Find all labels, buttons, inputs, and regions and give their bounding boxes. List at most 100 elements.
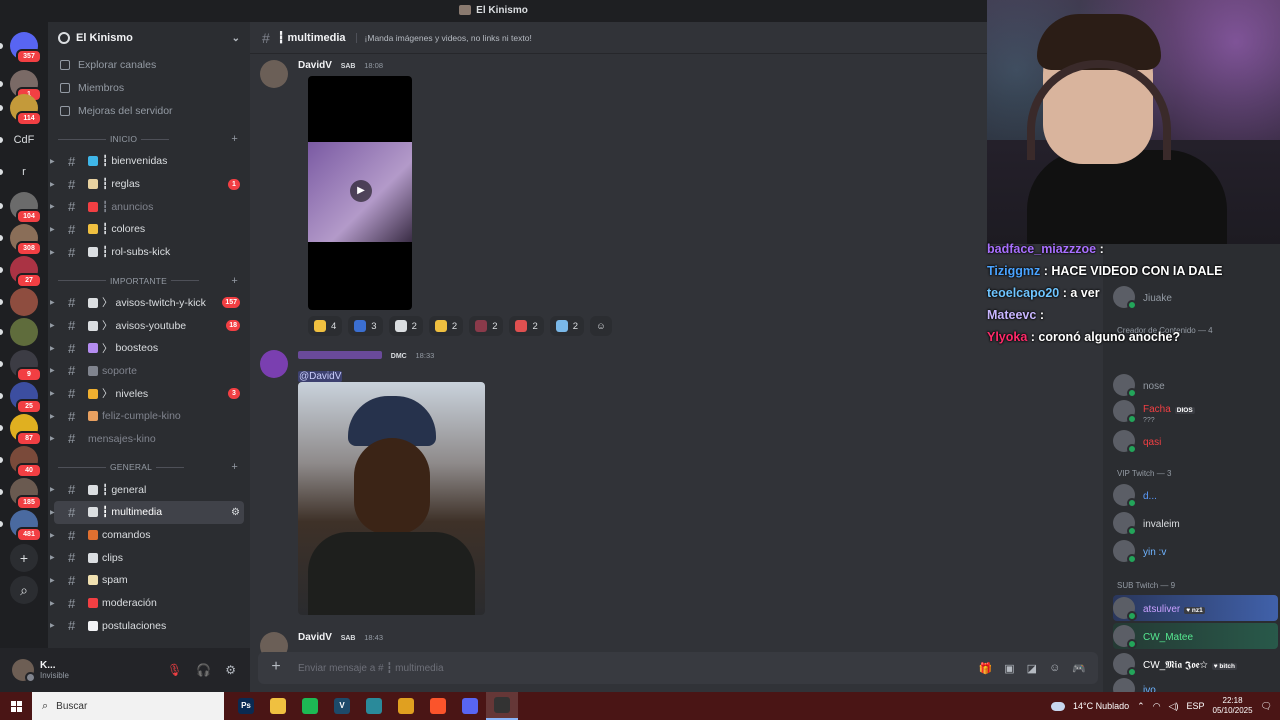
create-channel-icon[interactable]: + [231, 133, 238, 145]
category-inicio[interactable]: INICIO + [48, 128, 250, 150]
avatar[interactable] [12, 659, 36, 683]
windows-start-button[interactable] [0, 692, 32, 720]
member-item[interactable]: qasi [1113, 428, 1278, 454]
video-attachment[interactable]: ▶ [308, 76, 412, 310]
reaction-button[interactable]: 2 [469, 316, 504, 336]
server-icon-server-12[interactable]: 185 [10, 478, 42, 510]
emoji-icon[interactable]: ☺ [1049, 662, 1060, 675]
message-author[interactable] [298, 351, 382, 360]
server-icon-server-8[interactable]: 9 [10, 350, 42, 382]
channel-avisos-twitch-y-kick[interactable]: ▶ # 〉 avisos-twitch-y-kick 157 [50, 292, 244, 315]
server-icon-server-2[interactable]: 114 [10, 94, 42, 126]
channel-general[interactable]: ▶ # ┇ general [50, 478, 244, 501]
channel-anuncios[interactable]: ▶ # ┇ anuncios [50, 195, 244, 218]
member-item[interactable]: nose [1113, 372, 1278, 398]
gear-icon[interactable]: ⚙ [225, 663, 236, 677]
channel-avisos-youtube[interactable]: ▶ # 〉 avisos-youtube 18 [50, 314, 244, 337]
server-header[interactable]: El Kinismo ⌄ [48, 22, 250, 54]
server-icon-server-cdf[interactable]: CdF [10, 126, 38, 154]
reaction-button[interactable]: 3 [348, 316, 383, 336]
reaction-button[interactable]: 2 [549, 316, 585, 336]
channel-feliz-cumple-kino[interactable]: ▶ # feliz-cumple-kino [50, 405, 244, 428]
taskbar-app-brave[interactable] [422, 692, 454, 720]
create-channel-icon[interactable]: + [231, 461, 238, 473]
server-icon-server-13[interactable]: 481 [10, 510, 42, 542]
add-attachment-icon[interactable]: + [268, 659, 284, 676]
taskbar-app-vegas[interactable]: V [326, 692, 358, 720]
server-icon-server-r[interactable]: r [10, 158, 38, 186]
play-icon[interactable]: ▶ [350, 180, 372, 202]
reaction-button[interactable]: 4 [308, 316, 343, 336]
explore-servers-button[interactable]: ⌕ [10, 576, 38, 604]
taskbar-search[interactable]: ⌕ Buscar [32, 692, 224, 720]
member-item[interactable]: atsuliver ♥ nz1 [1113, 595, 1278, 621]
reaction-button[interactable]: 2 [428, 316, 464, 336]
channel-comandos[interactable]: ▶ # comandos [50, 524, 244, 547]
channel-niveles[interactable]: ▶ # 〉 niveles 3 [50, 382, 244, 405]
channel-postulaciones[interactable]: ▶ # postulaciones [50, 614, 244, 637]
server-icon-server-7[interactable] [10, 318, 38, 346]
add-reaction-button[interactable]: ☺ [590, 316, 612, 336]
server-icon-server-6[interactable] [10, 288, 38, 316]
sticker-icon[interactable]: ◪ [1027, 662, 1037, 675]
server-icon-server-5[interactable]: 27 [10, 256, 42, 288]
add-server-button[interactable]: + [10, 544, 38, 572]
taskbar-app-discord-app[interactable] [454, 692, 486, 720]
notifications-icon[interactable]: 🗨 [1261, 701, 1272, 712]
server-icon-server-3[interactable]: 104 [10, 192, 42, 224]
apps-icon[interactable]: 🎮 [1072, 662, 1086, 675]
server-icon-server-9[interactable]: 25 [10, 382, 42, 414]
channel-reglas[interactable]: ▶ # ┇ reglas 1 [50, 173, 244, 196]
nav-server-boost[interactable]: Mejoras del servidor [48, 99, 250, 122]
wifi-icon[interactable]: ◠ [1153, 701, 1161, 712]
nav-members[interactable]: Miembros [48, 77, 250, 100]
language-indicator[interactable]: ESP [1187, 701, 1205, 711]
message-author[interactable]: DavidV [298, 632, 332, 643]
taskbar-app-spotify[interactable] [294, 692, 326, 720]
reaction-button[interactable]: 2 [388, 316, 423, 336]
nav-explore-channels[interactable]: Explorar canales [48, 54, 250, 77]
chevron-up-icon[interactable]: ⌃ [1137, 701, 1145, 712]
category-importante[interactable]: IMPORTANTE + [48, 270, 250, 292]
channel-colores[interactable]: ▶ # ┇ colores [50, 218, 244, 241]
reaction-button[interactable]: 2 [509, 316, 544, 336]
taskbar-app-app-5[interactable] [358, 692, 390, 720]
image-attachment[interactable] [298, 382, 485, 615]
server-icon-server-4[interactable]: 308 [10, 224, 42, 256]
server-icon-server-11[interactable]: 40 [10, 446, 42, 478]
channel-mensajes-kino[interactable]: ▶ # mensajes-kino [50, 428, 244, 451]
member-item[interactable]: Facha DIOS??? [1113, 398, 1278, 424]
channel-spam[interactable]: ▶ # spam [50, 569, 244, 592]
message-composer[interactable]: + Enviar mensaje a # ┇ multimedia 🎁 ▣ ◪ … [258, 652, 1098, 684]
channel-rol-subs-kick[interactable]: ▶ # ┇ rol-subs-kick [50, 241, 244, 264]
category-general[interactable]: GENERAL + [48, 456, 250, 478]
channel-clips[interactable]: ▶ # clips [50, 546, 244, 569]
member-item[interactable]: d... [1113, 482, 1278, 508]
user-mention[interactable]: @DavidV [298, 371, 343, 382]
channel-settings-icon[interactable]: ⚙ [231, 507, 240, 518]
channel-bienvenidas[interactable]: ▶ # ┇ bienvenidas [50, 150, 244, 173]
deafen-icon[interactable]: 🎧 [196, 663, 211, 677]
channel-boosteos[interactable]: ▶ # 〉 boosteos [50, 337, 244, 360]
channel-moderación[interactable]: ▶ # moderación [50, 592, 244, 615]
create-channel-icon[interactable]: + [231, 275, 238, 287]
taskbar-app-obs[interactable] [486, 692, 518, 720]
avatar[interactable] [260, 60, 288, 88]
chevron-down-icon[interactable]: ⌄ [232, 33, 240, 44]
gift-icon[interactable]: 🎁 [979, 662, 993, 675]
clock[interactable]: 22:18 05/10/2025 [1213, 696, 1253, 716]
member-item[interactable]: invaleim [1113, 510, 1278, 536]
gif-icon[interactable]: ▣ [1004, 662, 1014, 675]
volume-icon[interactable]: ◁) [1169, 701, 1179, 712]
server-icon-discord-home[interactable]: 357 [10, 32, 42, 64]
channel-soporte[interactable]: ▶ # soporte [50, 360, 244, 383]
member-item[interactable]: CW_𝕸𝖎𝖆 𝕵𝖔𝖊☆ ♥ bitch [1113, 651, 1278, 677]
avatar[interactable] [260, 350, 288, 378]
member-item[interactable]: CW_Matee [1113, 623, 1278, 649]
mute-mic-icon[interactable]: 🎙 [167, 663, 182, 677]
taskbar-app-file-explorer[interactable] [262, 692, 294, 720]
channel-multimedia[interactable]: ▶ # ┇ multimedia ⚙ [50, 501, 244, 524]
server-icon-server-10[interactable]: 87 [10, 414, 42, 446]
taskbar-app-app-6[interactable] [390, 692, 422, 720]
member-item[interactable]: yin :v [1113, 538, 1278, 564]
